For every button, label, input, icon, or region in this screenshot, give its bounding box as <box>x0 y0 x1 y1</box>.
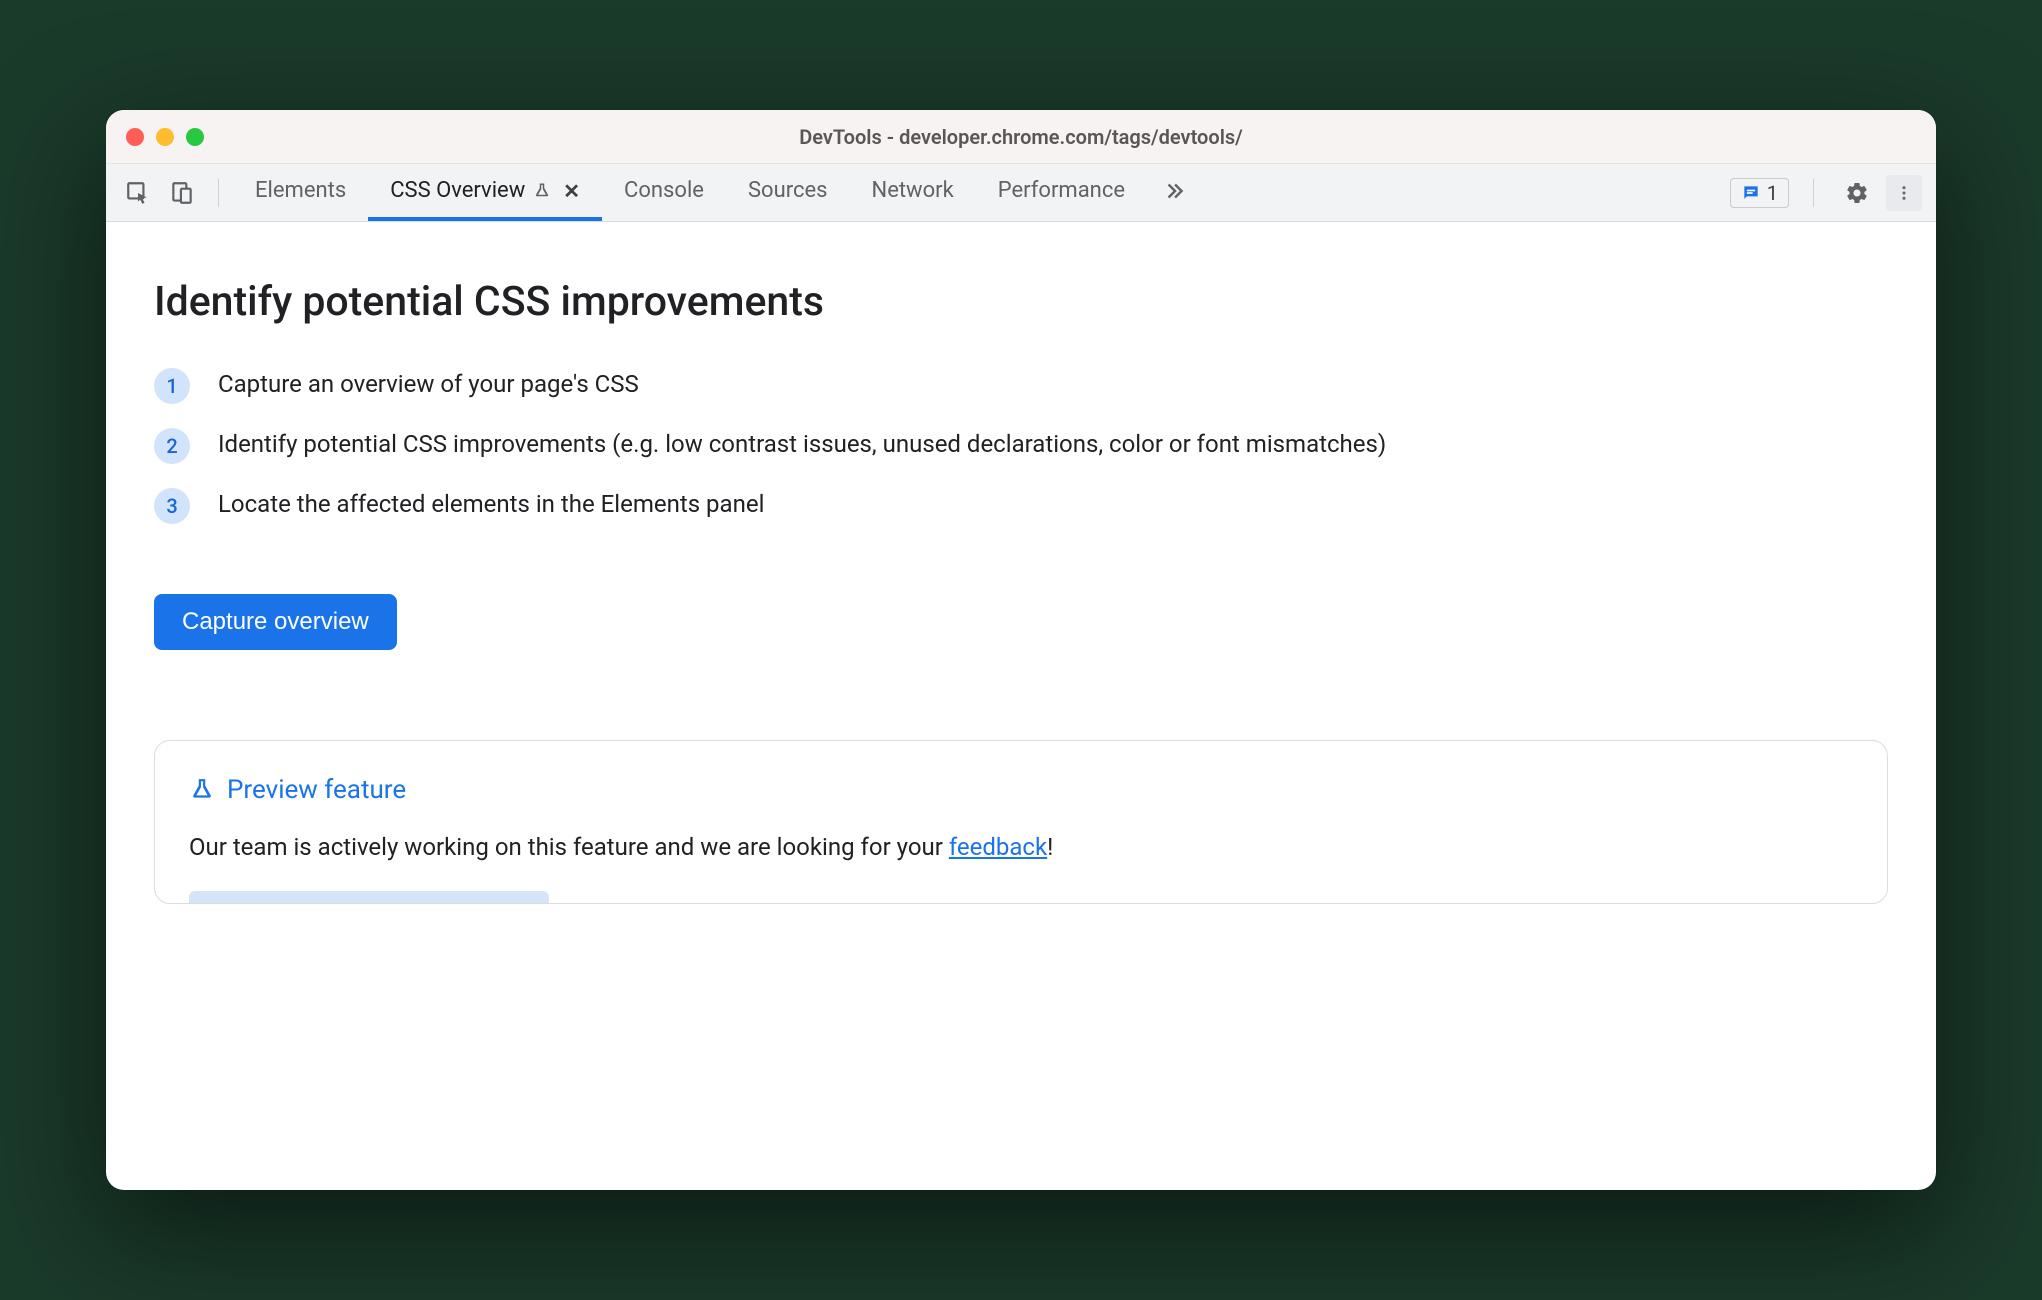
window-title: DevTools - developer.chrome.com/tags/dev… <box>106 125 1936 149</box>
tab-label: Console <box>624 178 704 203</box>
step-text: Identify potential CSS improvements (e.g… <box>218 428 1386 462</box>
close-tab-icon[interactable]: ✕ <box>563 179 580 203</box>
more-options-button[interactable] <box>1886 175 1922 211</box>
step-item: 1 Capture an overview of your page's CSS <box>154 368 1888 404</box>
issues-count: 1 <box>1767 181 1778 205</box>
preview-body: Our team is actively working on this fea… <box>189 833 1853 861</box>
feedback-link[interactable]: feedback <box>949 833 1047 861</box>
step-item: 2 Identify potential CSS improvements (e… <box>154 428 1888 464</box>
step-text: Capture an overview of your page's CSS <box>218 368 639 402</box>
chevron-double-right-icon <box>1161 178 1187 204</box>
tab-network[interactable]: Network <box>850 164 976 221</box>
flask-icon <box>189 777 215 803</box>
tab-console[interactable]: Console <box>602 164 726 221</box>
preview-body-prefix: Our team is actively working on this fea… <box>189 833 949 861</box>
close-window-button[interactable] <box>126 128 144 146</box>
settings-button[interactable] <box>1838 164 1876 222</box>
tab-label: Performance <box>998 178 1125 203</box>
step-item: 3 Locate the affected elements in the El… <box>154 488 1888 524</box>
preview-title: Preview feature <box>227 775 406 805</box>
page-heading: Identify potential CSS improvements <box>154 278 1888 326</box>
kebab-icon <box>1895 184 1913 202</box>
preview-image-placeholder <box>189 891 549 903</box>
tab-label: Elements <box>255 178 346 203</box>
tab-performance[interactable]: Performance <box>976 164 1147 221</box>
step-number: 3 <box>154 488 190 524</box>
traffic-lights <box>126 128 204 146</box>
tab-label: Sources <box>748 178 828 203</box>
steps-list: 1 Capture an overview of your page's CSS… <box>154 368 1888 524</box>
inspect-element-icon[interactable] <box>116 164 160 222</box>
tab-elements[interactable]: Elements <box>233 164 368 221</box>
experimental-flask-icon <box>533 182 551 200</box>
step-text: Locate the affected elements in the Elem… <box>218 488 764 522</box>
devtools-toolbar: Elements CSS Overview ✕ Console Sources … <box>106 164 1936 222</box>
tab-sources[interactable]: Sources <box>726 164 850 221</box>
preview-heading: Preview feature <box>189 775 1853 805</box>
maximize-window-button[interactable] <box>186 128 204 146</box>
step-number: 1 <box>154 368 190 404</box>
device-toolbar-icon[interactable] <box>160 164 204 222</box>
gear-icon <box>1845 181 1869 205</box>
tab-label: Network <box>872 178 954 203</box>
preview-feature-card: Preview feature Our team is actively wor… <box>154 740 1888 904</box>
panel-content: Identify potential CSS improvements 1 Ca… <box>106 222 1936 1190</box>
message-icon <box>1741 183 1761 203</box>
more-tabs-button[interactable] <box>1147 164 1201 221</box>
toolbar-divider <box>218 179 219 207</box>
panel-tabs: Elements CSS Overview ✕ Console Sources … <box>233 164 1201 221</box>
devtools-window: DevTools - developer.chrome.com/tags/dev… <box>106 110 1936 1190</box>
minimize-window-button[interactable] <box>156 128 174 146</box>
capture-overview-button[interactable]: Capture overview <box>154 594 397 650</box>
titlebar: DevTools - developer.chrome.com/tags/dev… <box>106 110 1936 164</box>
tab-css-overview[interactable]: CSS Overview ✕ <box>368 164 602 221</box>
issues-badge[interactable]: 1 <box>1730 178 1789 208</box>
tab-label: CSS Overview <box>390 178 525 203</box>
step-number: 2 <box>154 428 190 464</box>
preview-body-suffix: ! <box>1047 833 1053 861</box>
toolbar-divider <box>1813 179 1814 207</box>
